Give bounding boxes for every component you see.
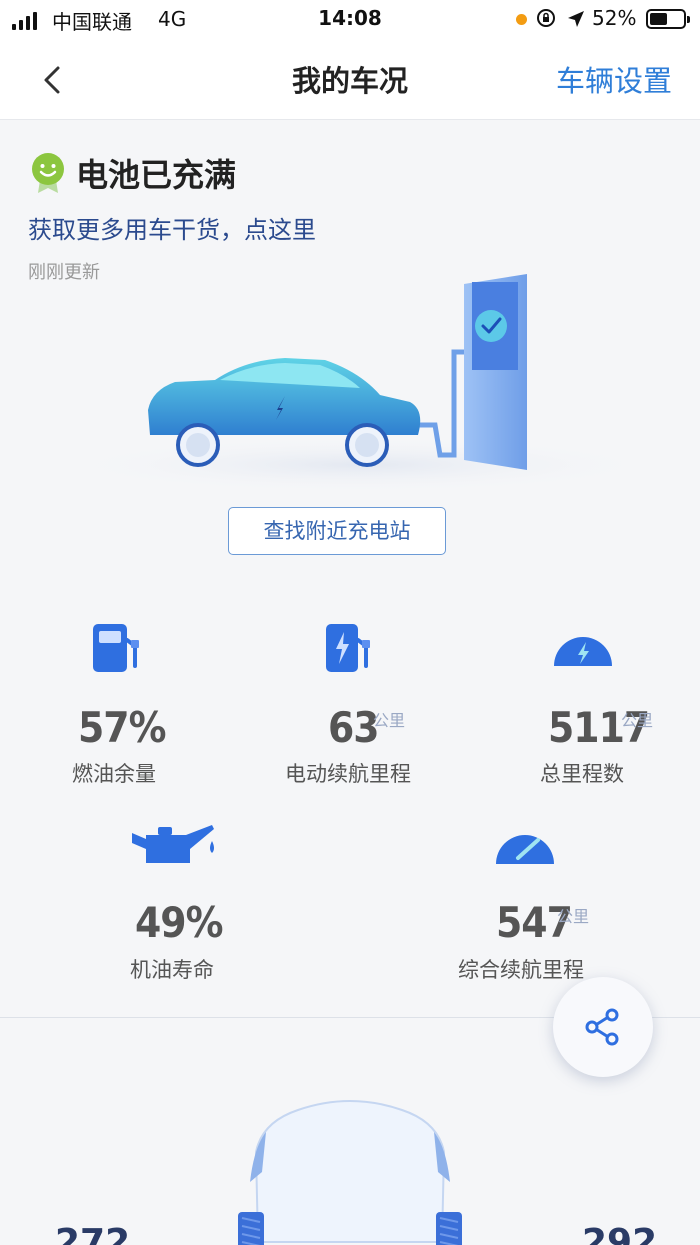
battery-status-title: 电池已充满	[76, 156, 237, 194]
tyre-pressure-front-right: 292	[582, 1222, 658, 1245]
fuel-label: 燃油余量	[72, 762, 156, 786]
location-arrow-icon	[568, 11, 584, 27]
battery-icon	[646, 9, 690, 29]
navigation-bar: 我的车况 车辆设置	[0, 40, 700, 120]
find-charging-station-button[interactable]: 查找附近充电站	[228, 507, 446, 555]
electric-range-unit: 公里	[373, 711, 406, 730]
recording-dot-icon	[516, 14, 527, 25]
vehicle-settings-button[interactable]: 车辆设置	[556, 58, 672, 100]
charger-icon	[326, 624, 370, 672]
odometer-unit: 公里	[621, 711, 654, 730]
status-bar: 中国联通 4G 14:08 52%	[0, 0, 700, 40]
fuel-pump-icon	[93, 624, 139, 672]
fuel-value: 57%	[78, 703, 166, 752]
car-charging-illustration	[60, 274, 660, 490]
rotation-lock-icon	[537, 9, 555, 27]
car-top-view-illustration	[238, 1100, 462, 1245]
oil-can-icon	[132, 825, 214, 863]
oil-life-label: 机油寿命	[130, 958, 214, 982]
smile-badge-icon	[32, 153, 64, 193]
electric-range-label: 电动续航里程	[285, 762, 411, 786]
share-button[interactable]	[553, 977, 653, 1077]
battery-percent: 52%	[592, 6, 637, 30]
odometer-label: 总里程数	[540, 762, 624, 786]
speedometer-icon	[554, 637, 612, 666]
gauge-icon	[496, 835, 554, 864]
tips-link[interactable]: 获取更多用车干货，点这里	[28, 210, 316, 245]
tyre-pressure-front-left: 272	[55, 1222, 131, 1245]
total-range-unit: 公里	[557, 907, 590, 926]
oil-life-value: 49%	[135, 898, 223, 947]
share-icon	[585, 1008, 619, 1046]
total-range-label: 综合续航里程	[458, 958, 584, 982]
electric-range-value: 63	[328, 703, 380, 752]
